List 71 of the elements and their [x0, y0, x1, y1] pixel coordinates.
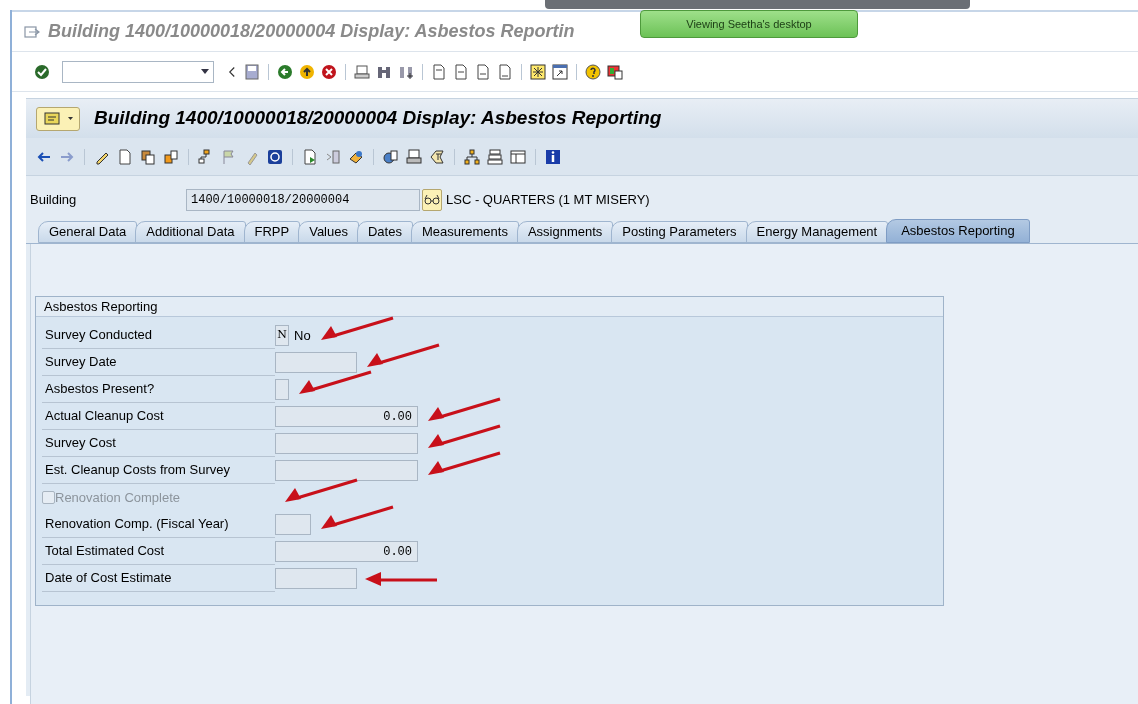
input-field[interactable]: [275, 352, 357, 373]
last-page-icon[interactable]: [497, 63, 513, 80]
field-label: Est. Cleanup Costs from Survey: [44, 461, 230, 480]
page-icon[interactable]: [117, 148, 133, 165]
print-icon[interactable]: [354, 63, 370, 80]
input-field[interactable]: 0.00: [275, 406, 418, 427]
window-title: Building 1400/10000018/20000004 Display: Asbestos Reportin: [48, 20, 575, 43]
glasses-icon: [424, 194, 440, 206]
tab[interactable]: General Data: [38, 221, 138, 243]
field-label: Date of Cost Estimate: [44, 569, 172, 588]
tab[interactable]: Values: [298, 221, 359, 243]
tab[interactable]: Dates: [356, 221, 413, 243]
refresh-icon[interactable]: [267, 148, 283, 165]
org-chart-icon[interactable]: [464, 148, 480, 165]
tab[interactable]: Posting Parameters: [611, 221, 748, 243]
display-button[interactable]: [422, 189, 442, 211]
tab[interactable]: Energy Management: [745, 221, 889, 243]
field-label: Survey Date: [44, 353, 117, 372]
previous-page-icon[interactable]: [453, 63, 469, 80]
info-icon[interactable]: [545, 148, 561, 165]
back-icon[interactable]: [277, 63, 293, 80]
copy-icon[interactable]: [140, 148, 156, 165]
text-icon[interactable]: [429, 148, 445, 165]
new-window-icon[interactable]: [530, 63, 546, 80]
check-icon[interactable]: [34, 63, 50, 80]
notification-banner: Viewing Seetha's desktop: [640, 10, 858, 38]
building-description: LSC - QUARTERS (1 MT MISERY): [446, 191, 650, 210]
building-field[interactable]: 1400/10000018/20000004: [186, 189, 420, 211]
field-label: Total Estimated Cost: [44, 542, 165, 561]
screen-title: Building 1400/10000018/20000004 Display: Asbestos Reporting: [94, 106, 662, 131]
field-label: Asbestos Present?: [44, 380, 155, 399]
globe-document-icon[interactable]: [383, 148, 399, 165]
input-field[interactable]: [275, 460, 418, 481]
input-field[interactable]: [275, 514, 311, 535]
document-play-icon[interactable]: [302, 148, 318, 165]
field-label: Survey Cost: [44, 434, 116, 453]
menu-icon: [43, 110, 62, 127]
cancel-icon[interactable]: [321, 63, 337, 80]
tab[interactable]: Additional Data: [135, 221, 246, 243]
dropdown-icon: [201, 69, 209, 74]
exit-icon[interactable]: [299, 63, 315, 80]
tab[interactable]: FRPP: [243, 221, 301, 243]
input-field[interactable]: [275, 433, 418, 454]
code-field[interactable]: N: [275, 325, 289, 346]
command-field[interactable]: [62, 60, 214, 83]
list-icon[interactable]: [487, 148, 503, 165]
table-icon[interactable]: [510, 148, 526, 165]
input-field[interactable]: [275, 379, 289, 400]
eraser-icon[interactable]: [348, 148, 364, 165]
menu-button[interactable]: [36, 106, 80, 131]
help-icon[interactable]: [585, 63, 601, 80]
field-label: Actual Cleanup Cost: [44, 407, 164, 426]
input-field[interactable]: 0.00: [275, 541, 418, 562]
tab[interactable]: Measurements: [410, 221, 519, 243]
save-icon[interactable]: [244, 63, 260, 80]
field-label: Survey Conducted: [44, 326, 152, 345]
caret-icon: [67, 116, 73, 121]
field-label: Renovation Comp. (Fiscal Year): [44, 515, 229, 534]
tab[interactable]: Assignments: [516, 221, 614, 243]
export-icon[interactable]: [163, 148, 179, 165]
field-label: Building: [30, 191, 78, 210]
layout-icon[interactable]: [607, 63, 623, 80]
code-description: No: [294, 326, 311, 345]
group-title: Asbestos Reporting: [36, 297, 943, 317]
first-page-icon[interactable]: [431, 63, 447, 80]
shortcut-icon[interactable]: [552, 63, 568, 80]
tab[interactable]: Asbestos Reporting: [886, 219, 1030, 243]
printer-icon[interactable]: [406, 148, 422, 165]
next-page-icon[interactable]: [475, 63, 491, 80]
checkbox-label: Renovation Complete: [55, 488, 181, 507]
input-field[interactable]: [275, 568, 357, 589]
